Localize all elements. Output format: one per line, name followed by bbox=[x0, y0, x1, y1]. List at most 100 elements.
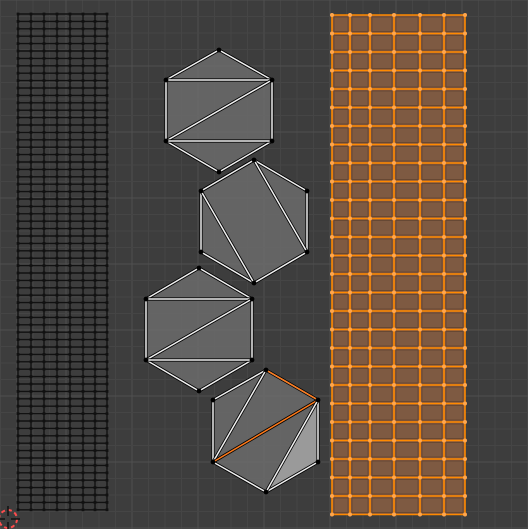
uv-face[interactable] bbox=[395, 146, 419, 162]
mesh-vertex[interactable] bbox=[81, 34, 85, 38]
uv-face[interactable] bbox=[371, 275, 393, 291]
mesh-vertex[interactable] bbox=[42, 397, 46, 401]
mesh-vertex[interactable] bbox=[81, 501, 85, 504]
mesh-vertex[interactable] bbox=[216, 47, 222, 53]
mesh-vertex[interactable] bbox=[143, 296, 149, 302]
selected-vertex[interactable] bbox=[348, 198, 352, 202]
uv-face[interactable] bbox=[333, 479, 349, 495]
selected-vertex[interactable] bbox=[348, 346, 352, 350]
mesh-vertex[interactable] bbox=[68, 301, 72, 304]
uv-face[interactable] bbox=[371, 294, 393, 310]
selected-vertex[interactable] bbox=[368, 475, 372, 480]
selected-vertex[interactable] bbox=[442, 198, 446, 202]
mesh-vertex[interactable] bbox=[68, 42, 72, 45]
mesh-vertex[interactable] bbox=[42, 316, 46, 319]
mesh-vertex[interactable] bbox=[81, 182, 85, 186]
mesh-vertex[interactable] bbox=[16, 486, 20, 489]
selected-vertex[interactable] bbox=[368, 216, 372, 221]
uv-face[interactable] bbox=[333, 16, 349, 32]
mesh-vertex[interactable] bbox=[105, 256, 109, 260]
selected-vertex[interactable] bbox=[348, 31, 352, 36]
mesh-vertex[interactable] bbox=[16, 145, 20, 149]
selected-vertex[interactable] bbox=[463, 161, 467, 165]
mesh-vertex[interactable] bbox=[16, 131, 20, 134]
selected-vertex[interactable] bbox=[392, 383, 396, 387]
uv-face[interactable] bbox=[395, 109, 419, 125]
uv-face[interactable] bbox=[421, 146, 443, 162]
selected-vertex[interactable] bbox=[463, 290, 467, 295]
selected-vertex[interactable] bbox=[330, 253, 334, 258]
mesh-vertex[interactable] bbox=[29, 464, 33, 467]
uv-face[interactable] bbox=[421, 16, 443, 32]
mesh-vertex[interactable] bbox=[42, 86, 46, 90]
mesh-vertex[interactable] bbox=[93, 353, 97, 356]
mesh-vertex[interactable] bbox=[93, 397, 97, 401]
mesh-vertex[interactable] bbox=[81, 308, 85, 312]
mesh-vertex[interactable] bbox=[29, 131, 33, 134]
uv-face[interactable] bbox=[351, 16, 369, 32]
mesh-vertex[interactable] bbox=[68, 308, 72, 312]
mesh-vertex[interactable] bbox=[55, 27, 59, 31]
uv-face[interactable] bbox=[333, 349, 349, 365]
selected-vertex[interactable] bbox=[418, 346, 422, 350]
mesh-vertex[interactable] bbox=[81, 123, 85, 127]
uv-face[interactable] bbox=[421, 127, 443, 143]
mesh-vertex[interactable] bbox=[68, 323, 72, 327]
selected-vertex[interactable] bbox=[368, 68, 372, 73]
mesh-vertex[interactable] bbox=[105, 197, 109, 201]
mesh-vertex[interactable] bbox=[16, 94, 20, 97]
uv-face[interactable] bbox=[445, 497, 464, 513]
mesh-vertex[interactable] bbox=[68, 116, 72, 119]
uv-face[interactable] bbox=[445, 368, 464, 384]
uv-face[interactable] bbox=[371, 331, 393, 347]
mesh-vertex[interactable] bbox=[81, 12, 85, 16]
mesh-vertex[interactable] bbox=[93, 264, 97, 267]
selected-vertex[interactable] bbox=[418, 457, 422, 461]
uv-face[interactable] bbox=[395, 294, 419, 310]
selected-vertex[interactable] bbox=[418, 161, 422, 165]
mesh-vertex[interactable] bbox=[93, 338, 97, 341]
mesh-vertex[interactable] bbox=[81, 412, 85, 415]
mesh-vertex[interactable] bbox=[105, 449, 109, 452]
mesh-vertex[interactable] bbox=[105, 94, 109, 97]
mesh-vertex[interactable] bbox=[55, 34, 59, 38]
mesh-vertex[interactable] bbox=[81, 256, 85, 260]
mesh-vertex[interactable] bbox=[16, 382, 20, 386]
mesh-vertex[interactable] bbox=[42, 301, 46, 304]
mesh-vertex[interactable] bbox=[42, 293, 46, 297]
mesh-vertex[interactable] bbox=[55, 338, 59, 341]
mesh-vertex[interactable] bbox=[42, 182, 46, 186]
mesh-vertex[interactable] bbox=[68, 390, 72, 393]
selected-vertex[interactable] bbox=[463, 346, 467, 350]
mesh-vertex[interactable] bbox=[81, 212, 85, 216]
mesh-vertex[interactable] bbox=[105, 79, 109, 82]
mesh-vertex[interactable] bbox=[55, 116, 59, 119]
mesh-vertex[interactable] bbox=[42, 116, 46, 119]
uv-face[interactable] bbox=[351, 368, 369, 384]
selected-vertex[interactable] bbox=[418, 105, 422, 110]
uv-face[interactable] bbox=[333, 238, 349, 254]
mesh-vertex[interactable] bbox=[42, 338, 46, 341]
mesh-vertex[interactable] bbox=[105, 279, 109, 282]
mesh-vertex[interactable] bbox=[81, 456, 85, 460]
mesh-vertex[interactable] bbox=[16, 316, 20, 319]
mesh-vertex[interactable] bbox=[16, 508, 20, 512]
mesh-vertex[interactable] bbox=[29, 367, 33, 371]
mesh-vertex[interactable] bbox=[93, 419, 97, 423]
uv-face[interactable] bbox=[445, 16, 464, 32]
selected-vertex[interactable] bbox=[418, 13, 422, 17]
mesh-vertex[interactable] bbox=[29, 205, 33, 208]
mesh-vertex[interactable] bbox=[16, 212, 20, 216]
mesh-vertex[interactable] bbox=[81, 131, 85, 134]
uv-face[interactable] bbox=[371, 423, 393, 439]
mesh-vertex[interactable] bbox=[93, 197, 97, 201]
mesh-vertex[interactable] bbox=[105, 205, 109, 208]
selected-vertex[interactable] bbox=[368, 161, 372, 165]
uv-face[interactable] bbox=[395, 35, 419, 51]
mesh-vertex[interactable] bbox=[55, 330, 59, 334]
mesh-vertex[interactable] bbox=[105, 412, 109, 415]
mesh-vertex[interactable] bbox=[55, 168, 59, 171]
mesh-vertex[interactable] bbox=[81, 71, 85, 75]
mesh-vertex[interactable] bbox=[315, 397, 321, 403]
mesh-vertex[interactable] bbox=[105, 464, 109, 467]
